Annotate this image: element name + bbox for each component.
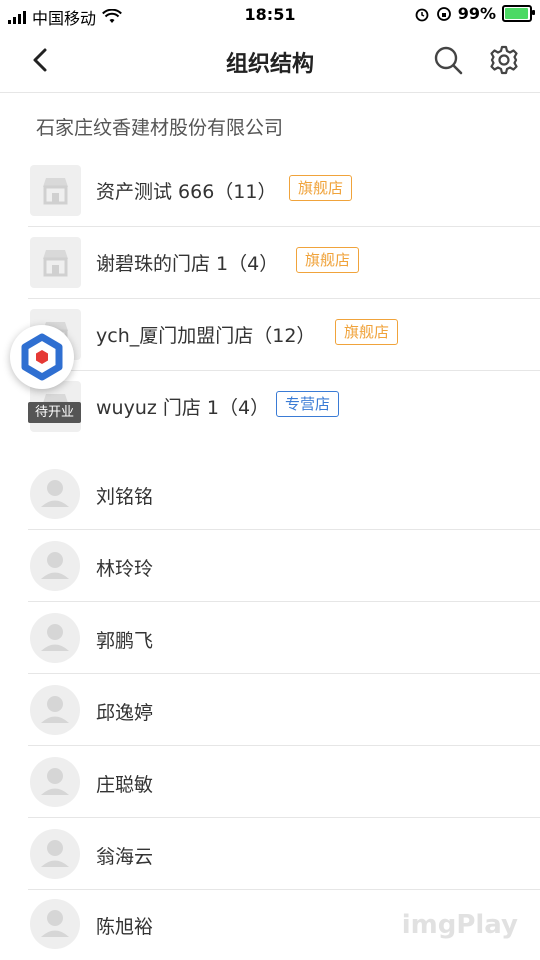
gear-icon[interactable] bbox=[488, 44, 520, 76]
store-row[interactable]: 资产测试 666（11） 旗舰店 bbox=[0, 155, 540, 227]
member-name: 翁海云 bbox=[96, 846, 154, 868]
store-name: wuyuz 门店 1（4） bbox=[96, 397, 270, 419]
alarm-icon bbox=[415, 8, 429, 21]
user-icon bbox=[30, 685, 80, 735]
store-name: 谢碧珠的门店 1（4） bbox=[96, 253, 279, 275]
user-icon bbox=[30, 899, 80, 949]
member-name: 林玲玲 bbox=[96, 558, 154, 580]
store-row[interactable]: 待开业 wuyuz 门店 1（4） 专营店 bbox=[0, 371, 540, 443]
user-icon bbox=[30, 757, 80, 807]
floating-assistant-button[interactable] bbox=[10, 325, 74, 389]
store-type-badge: 旗舰店 bbox=[289, 175, 353, 201]
member-name: 邱逸婷 bbox=[96, 702, 154, 724]
user-icon bbox=[30, 613, 80, 663]
company-row[interactable]: 石家庄纹香建材股份有限公司 bbox=[0, 93, 540, 155]
store-icon bbox=[30, 165, 81, 216]
status-bar: 中国移动 18:51 99% bbox=[0, 0, 540, 30]
member-row[interactable]: 庄聪敏 bbox=[0, 746, 540, 818]
member-name: 庄聪敏 bbox=[96, 774, 154, 796]
user-icon bbox=[30, 541, 80, 591]
rotation-lock-icon bbox=[436, 6, 451, 21]
nav-bar: 组织结构 bbox=[0, 30, 540, 93]
store-type-badge: 专营店 bbox=[276, 391, 340, 417]
member-row[interactable]: 翁海云 bbox=[0, 818, 540, 890]
member-name: 陈旭裕 bbox=[96, 916, 154, 938]
user-icon bbox=[30, 469, 80, 519]
store-type-badge: 旗舰店 bbox=[296, 247, 360, 273]
search-icon[interactable] bbox=[432, 44, 464, 76]
store-type-badge: 旗舰店 bbox=[335, 319, 399, 345]
store-name: ych_厦门加盟门店（12） bbox=[96, 325, 316, 347]
store-row[interactable]: 谢碧珠的门店 1（4） 旗舰店 bbox=[0, 227, 540, 299]
member-row[interactable]: 林玲玲 bbox=[0, 530, 540, 602]
member-name: 刘铭铭 bbox=[96, 486, 154, 508]
watermark-logo: imgPlay bbox=[401, 910, 518, 940]
status-right: 99% bbox=[414, 4, 535, 23]
pending-opening-badge: 待开业 bbox=[28, 402, 81, 423]
hexagon-logo-icon bbox=[21, 333, 63, 381]
store-row[interactable]: ych_厦门加盟门店（12） 旗舰店 bbox=[0, 299, 540, 371]
member-row[interactable]: 刘铭铭 bbox=[0, 458, 540, 530]
store-icon bbox=[30, 237, 81, 288]
member-row[interactable]: 郭鹏飞 bbox=[0, 602, 540, 674]
battery-percent: 99% bbox=[457, 4, 496, 23]
company-name: 石家庄纹香建材股份有限公司 bbox=[36, 117, 284, 139]
member-name: 郭鹏飞 bbox=[96, 630, 154, 652]
user-icon bbox=[30, 829, 80, 879]
member-row[interactable]: 邱逸婷 bbox=[0, 674, 540, 746]
battery-icon bbox=[502, 5, 535, 22]
store-name: 资产测试 666（11） bbox=[96, 181, 277, 203]
